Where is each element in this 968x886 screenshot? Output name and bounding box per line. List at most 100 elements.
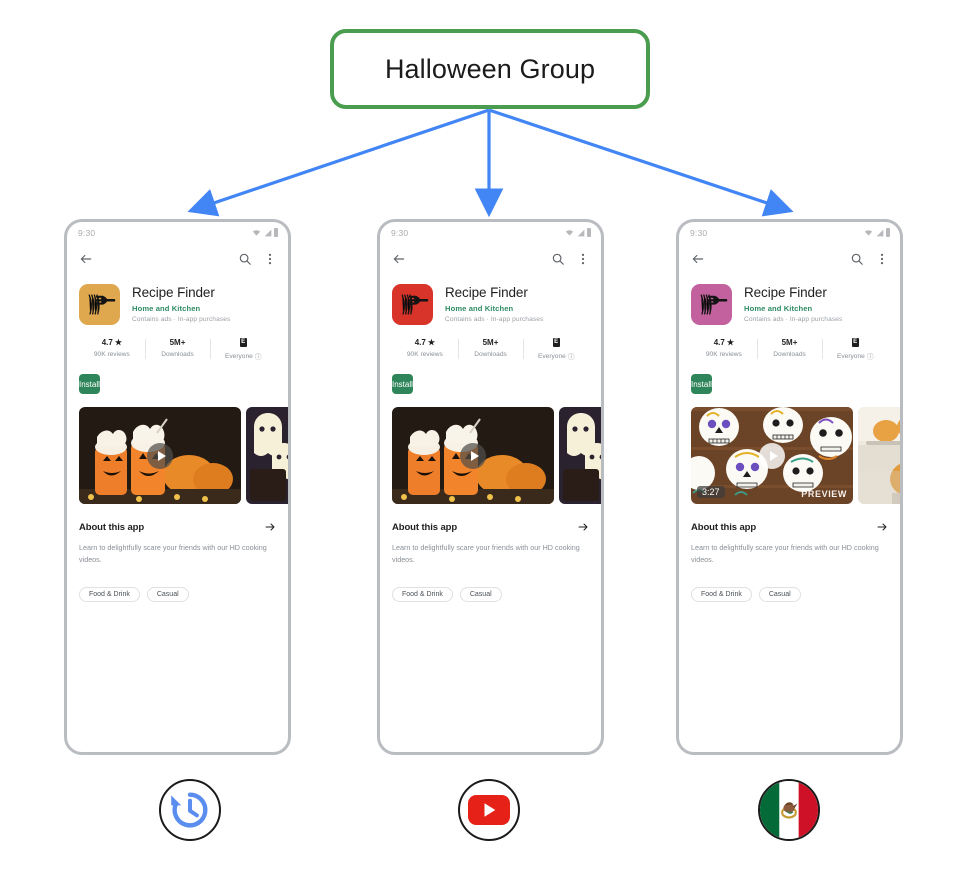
stat-downloads: 5M+ Downloads	[144, 337, 211, 361]
app-header: Recipe Finder Home and Kitchen Contains …	[679, 275, 900, 325]
about-description: Learn to delightfully scare your friends…	[79, 543, 267, 564]
back-arrow-icon[interactable]	[392, 252, 406, 266]
search-icon[interactable]	[551, 252, 565, 266]
rating-value: 4.7	[713, 338, 725, 347]
phone-mockup-1: 9:30 Recipe Finder Home and Kitchen Cont…	[64, 219, 291, 755]
wifi-icon	[252, 229, 261, 236]
esrb-rating-icon: E	[239, 338, 247, 347]
status-time: 9:30	[690, 227, 708, 238]
ghost-cupcakes-screenshot[interactable]	[559, 407, 601, 504]
esrb-rating-icon: E	[851, 338, 859, 347]
phone-mockup-3: 9:30 Recipe Finder Home and Kitchen Cont…	[676, 219, 903, 755]
about-section-header[interactable]: About this app	[691, 521, 888, 533]
chip-casual[interactable]: Casual	[459, 587, 502, 602]
fork-noodles-icon	[392, 284, 433, 325]
content-rating-sub: Everyone	[224, 352, 253, 360]
screenshot-carousel[interactable]	[67, 407, 288, 504]
mexico-flag-icon	[760, 781, 818, 839]
battery-icon	[274, 228, 278, 237]
downloads-value: 5M+	[169, 338, 186, 347]
battery-icon	[587, 228, 591, 237]
category-chips: Food & Drink Casual	[691, 587, 888, 602]
stat-rating: 4.7 ★ 90K reviews	[392, 337, 458, 361]
app-developer[interactable]: Home and Kitchen	[132, 304, 230, 313]
install-button[interactable]: Install	[79, 374, 100, 394]
app-bar	[67, 243, 288, 275]
signal-icon	[577, 229, 584, 236]
play-button[interactable]	[759, 442, 785, 469]
install-button[interactable]: Install	[691, 374, 712, 394]
chip-casual[interactable]: Casual	[146, 587, 189, 602]
stat-content-rating: E Everyone ⓘ	[210, 337, 276, 361]
diagram-canvas: Halloween Group 9:30 Recipe Finder Home …	[0, 0, 968, 886]
video-duration: 3:27	[697, 486, 725, 498]
chip-food-drink[interactable]: Food & Drink	[79, 587, 140, 602]
app-header: Recipe Finder Home and Kitchen Contains …	[67, 275, 288, 325]
chevron-right-icon[interactable]	[876, 521, 888, 533]
app-developer[interactable]: Home and Kitchen	[744, 304, 842, 313]
star-icon: ★	[114, 338, 122, 347]
youtube-icon	[468, 795, 510, 825]
rating-value: 4.7	[101, 338, 113, 347]
downloads-sub: Downloads	[474, 351, 507, 358]
ghost-cupcakes-screenshot[interactable]	[246, 407, 288, 504]
sugar-skull-cookies-screenshot[interactable]: 3:27 PREVIEW	[691, 407, 853, 504]
about-title: About this app	[691, 521, 757, 533]
signal-icon	[876, 229, 883, 236]
fork-noodles-icon	[691, 284, 732, 325]
history-restore-icon	[171, 792, 208, 828]
wifi-icon	[565, 229, 574, 236]
stat-downloads: 5M+ Downloads	[457, 337, 524, 361]
info-icon[interactable]: ⓘ	[867, 351, 874, 361]
chevron-right-icon[interactable]	[577, 521, 589, 533]
search-icon[interactable]	[238, 252, 252, 266]
app-header: Recipe Finder Home and Kitchen Contains …	[380, 275, 601, 325]
overflow-menu-icon[interactable]	[576, 252, 590, 266]
install-button[interactable]: Install	[392, 374, 413, 394]
status-time: 9:30	[391, 227, 409, 238]
group-title-box: Halloween Group	[330, 29, 650, 109]
badge-mexico-flag[interactable]	[758, 779, 820, 841]
info-icon[interactable]: ⓘ	[568, 351, 575, 361]
play-button[interactable]	[460, 442, 486, 469]
screenshot-carousel[interactable]	[380, 407, 601, 504]
chevron-right-icon[interactable]	[264, 521, 276, 533]
badge-youtube[interactable]	[458, 779, 520, 841]
rating-value: 4.7	[414, 338, 426, 347]
overflow-menu-icon[interactable]	[263, 252, 277, 266]
chip-food-drink[interactable]: Food & Drink	[691, 587, 752, 602]
preview-label: PREVIEW	[801, 489, 847, 499]
chip-casual[interactable]: Casual	[758, 587, 801, 602]
category-chips: Food & Drink Casual	[392, 587, 589, 602]
app-bar	[679, 243, 900, 275]
arrow-to-phone-1	[187, 108, 490, 217]
play-button[interactable]	[147, 442, 173, 469]
back-arrow-icon[interactable]	[691, 252, 705, 266]
chip-food-drink[interactable]: Food & Drink	[392, 587, 453, 602]
about-section-header[interactable]: About this app	[79, 521, 276, 533]
downloads-value: 5M+	[482, 338, 499, 347]
phone-mockup-2: 9:30 Recipe Finder Home and Kitchen Cont…	[377, 219, 604, 755]
overflow-menu-icon[interactable]	[875, 252, 889, 266]
star-icon: ★	[427, 338, 435, 347]
stat-content-rating: E Everyone ⓘ	[523, 337, 589, 361]
app-name: Recipe Finder	[445, 285, 528, 300]
badge-history[interactable]	[159, 779, 221, 841]
app-stats-row: 4.7 ★ 90K reviews 5M+ Downloads E Everyon…	[691, 337, 888, 361]
info-icon[interactable]: ⓘ	[255, 351, 262, 361]
pumpkin-drinks-screenshot[interactable]	[79, 407, 241, 504]
app-name: Recipe Finder	[132, 285, 215, 300]
app-ads-note: Contains ads · In-app purchases	[445, 316, 544, 323]
esrb-rating-icon: E	[552, 338, 560, 347]
downloads-value: 5M+	[781, 338, 798, 347]
pumpkin-drinks-screenshot[interactable]	[392, 407, 554, 504]
search-icon[interactable]	[850, 252, 864, 266]
bread-rolls-screenshot[interactable]	[858, 407, 900, 504]
app-developer[interactable]: Home and Kitchen	[445, 304, 543, 313]
status-time: 9:30	[78, 227, 96, 238]
back-arrow-icon[interactable]	[79, 252, 93, 266]
about-section-header[interactable]: About this app	[392, 521, 589, 533]
app-name: Recipe Finder	[744, 285, 827, 300]
content-rating-sub: Everyone	[537, 352, 566, 360]
screenshot-carousel[interactable]: 3:27 PREVIEW	[679, 407, 900, 504]
